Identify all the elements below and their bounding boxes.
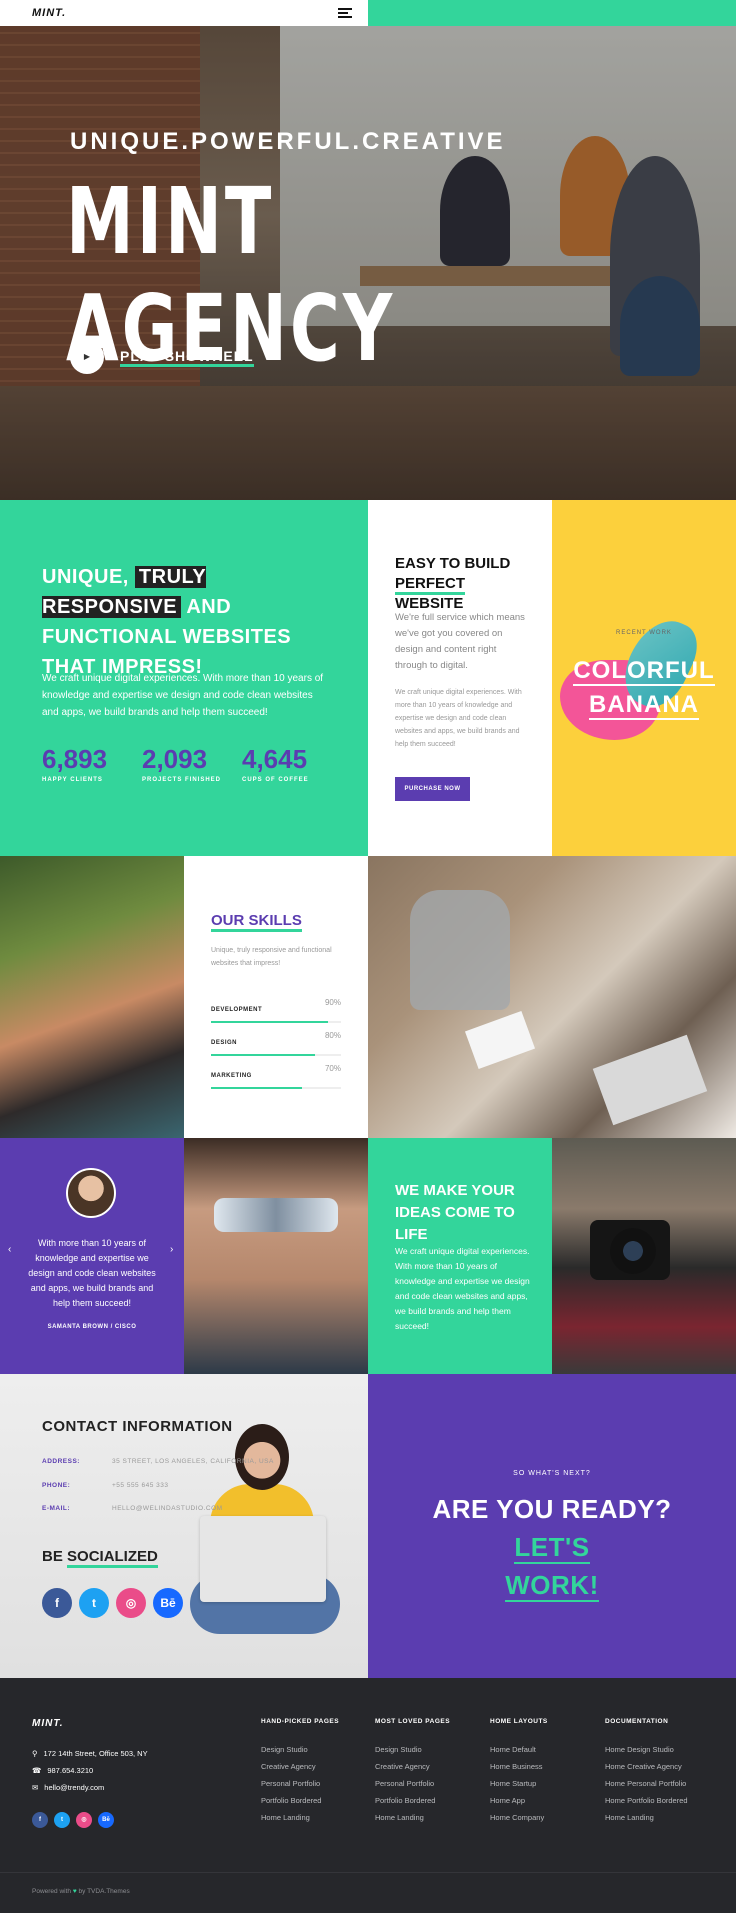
stat-happy-clients: 6,893 HAPPY CLIENTS [42, 744, 108, 783]
footer-column-most-loved: MOST LOVED PAGES Design Studio Creative … [375, 1718, 450, 1826]
header-accent [368, 0, 736, 26]
chevron-right-icon[interactable]: › [170, 1244, 173, 1255]
girl-bicycle-photo [0, 856, 184, 1138]
laptop-image [200, 1516, 326, 1602]
footer-column-documentation: DOCUMENTATION Home Design Studio Home Cr… [605, 1718, 688, 1826]
stat-projects-finished: 2,093 PROJECTS FINISHED [142, 744, 222, 783]
footer-link[interactable]: Design Studio [375, 1741, 450, 1758]
hero-subtitle: UNIQUE.POWERFUL.CREATIVE [70, 128, 506, 155]
ideas-heading: WE MAKE YOUR IDEAS COME TO LIFE [395, 1182, 515, 1243]
footer-phone: ☎ 987.654.3210 [32, 1766, 94, 1775]
powered-by: Powered with ♥ by TVDA.Themes [32, 1888, 130, 1895]
footer-link[interactable]: Home Design Studio [605, 1741, 688, 1758]
footer-link[interactable]: Home Personal Portfolio [605, 1775, 688, 1792]
heart-icon: ♥ [72, 1888, 77, 1895]
footer-divider [0, 1872, 736, 1873]
contact-heading: CONTACT INFORMATION [42, 1418, 233, 1435]
footer-link[interactable]: Creative Agency [261, 1758, 339, 1775]
footer-column-hand-picked: HAND-PICKED PAGES Design Studio Creative… [261, 1718, 339, 1826]
play-icon[interactable]: ▶ [70, 340, 104, 374]
purchase-now-button[interactable]: PURCHASE NOW [395, 777, 470, 801]
build-heading: EASY TO BUILD PERFECT WEBSITE [395, 555, 511, 612]
footer-link[interactable]: Home Portfolio Bordered [605, 1792, 688, 1809]
skills-section [184, 856, 368, 1138]
footer-link[interactable]: Home Landing [375, 1809, 450, 1826]
stat-cups-of-coffee: 4,645 CUPS OF COFFEE [242, 744, 309, 783]
footer-link[interactable]: Home App [490, 1792, 548, 1809]
recent-work-label: RECENT WORK [616, 630, 672, 636]
footer-logo[interactable]: MINT. [32, 1718, 63, 1729]
testimonial-quote: With more than 10 years of knowledge and… [28, 1238, 156, 1308]
footer-twitter-icon[interactable]: t [54, 1812, 70, 1828]
lets-work-link[interactable]: LET'S [514, 1532, 590, 1564]
build-lead: We're full service which means we've got… [395, 612, 525, 671]
skill-marketing: 70% MARKETING [211, 1064, 341, 1089]
skill-design: 80% DESIGN [211, 1031, 341, 1056]
footer-link[interactable]: Design Studio [261, 1741, 339, 1758]
intro-heading: UNIQUE, TRULY RESPONSIVE AND FUNCTIONAL … [42, 566, 292, 678]
footer-address: ⚲ 172 14th Street, Office 503, NY [32, 1749, 148, 1758]
footer-link[interactable]: Personal Portfolio [375, 1775, 450, 1792]
twitter-icon[interactable]: t [79, 1588, 109, 1618]
footer-link[interactable]: Home Landing [605, 1809, 688, 1826]
play-showreel-link[interactable]: PLAY SHOWREEL [120, 348, 254, 367]
footer-link[interactable]: Home Landing [261, 1809, 339, 1826]
facebook-icon[interactable]: f [42, 1588, 72, 1618]
envelope-icon: ✉ [32, 1783, 39, 1792]
footer-link[interactable]: Portfolio Bordered [261, 1792, 339, 1809]
skills-description: Unique, truly responsive and functional … [211, 947, 332, 967]
footer-email[interactable]: ✉ hello@trendy.com [32, 1783, 104, 1792]
social-heading: BE SOCIALIZED [42, 1548, 158, 1568]
footer-link[interactable]: Home Business [490, 1758, 548, 1775]
footer-behance-icon[interactable]: Bē [98, 1812, 114, 1828]
footer-link[interactable]: Home Startup [490, 1775, 548, 1792]
dribbble-icon[interactable]: ◎ [116, 1588, 146, 1618]
footer-link[interactable]: Creative Agency [375, 1758, 450, 1775]
avatar [66, 1168, 116, 1218]
footer-link[interactable]: Portfolio Bordered [375, 1792, 450, 1809]
build-body: We craft unique digital experiences. Wit… [395, 689, 522, 748]
chevron-left-icon[interactable]: ‹ [8, 1244, 11, 1255]
intro-paragraph: We craft unique digital experiences. Wit… [42, 673, 324, 718]
cta-kicker: SO WHAT'S NEXT? [513, 1470, 591, 1477]
footer-link[interactable]: Personal Portfolio [261, 1775, 339, 1792]
footer-column-home-layouts: HOME LAYOUTS Home Default Home Business … [490, 1718, 548, 1826]
behance-icon[interactable]: Bē [153, 1588, 183, 1618]
footer-link[interactable]: Home Company [490, 1809, 548, 1826]
footer-facebook-icon[interactable]: f [32, 1812, 48, 1828]
footer-link[interactable]: Home Default [490, 1741, 548, 1758]
contact-phone: PHONE: +55 555 645 333 [42, 1482, 169, 1489]
ideas-paragraph: We craft unique digital experiences. Wit… [395, 1246, 530, 1331]
contact-address: ADDRESS: 35 STREET, LOS ANGELES, CALIFORN… [42, 1458, 274, 1465]
recent-work-title: COLORFUL BANANA [573, 657, 715, 720]
phone-icon: ☎ [32, 1766, 42, 1775]
man-sunglasses-photo [184, 1138, 368, 1374]
footer-link[interactable]: Home Creative Agency [605, 1758, 688, 1775]
map-pin-icon: ⚲ [32, 1749, 38, 1758]
testimonial-author: SAMANTA BROWN / CISCO [47, 1324, 137, 1330]
footer-dribbble-icon[interactable]: ◎ [76, 1812, 92, 1828]
logo[interactable]: MINT. [32, 7, 66, 19]
cta-heading: ARE YOU READY? LET'S WORK! [432, 1494, 672, 1602]
skill-development: 90% DEVELOPMENT [211, 998, 341, 1023]
hamburger-menu-icon[interactable] [338, 8, 352, 18]
contact-email: E-MAIL: HELLO@WELINDASTUDIO.COM [42, 1505, 223, 1512]
skills-heading: OUR SKILLS [211, 912, 302, 932]
